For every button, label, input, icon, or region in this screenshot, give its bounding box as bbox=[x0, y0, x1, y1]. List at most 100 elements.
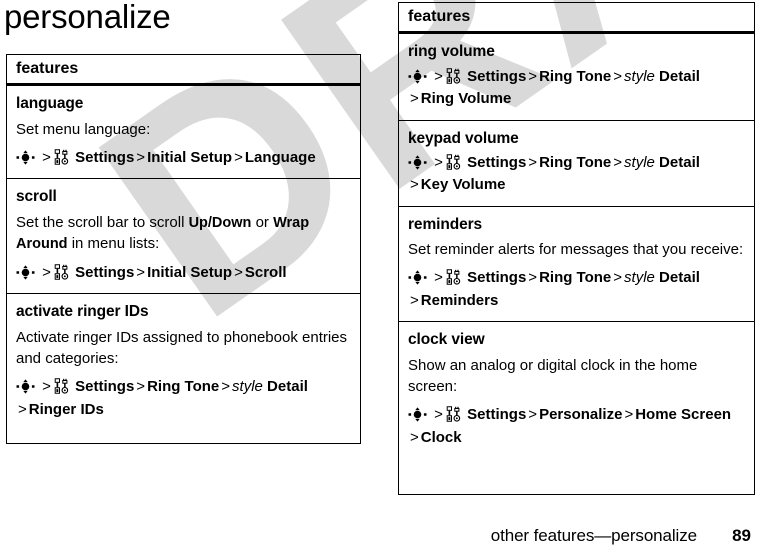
joystick-nav-key-icon bbox=[408, 155, 427, 170]
path-separator: > bbox=[434, 67, 443, 85]
path-menu-item: Settings bbox=[467, 406, 527, 424]
feature-name: ring volume bbox=[408, 43, 495, 61]
path-menu-item: Ring Volume bbox=[420, 90, 512, 108]
feature-rows-left: language Set menu language: > Settings > In… bbox=[7, 86, 360, 430]
page-title: personalize bbox=[4, 0, 171, 35]
path-menu-item: Settings bbox=[467, 67, 527, 85]
path-menu-item: Ring Tone bbox=[539, 67, 612, 85]
path-menu-item: Settings bbox=[75, 378, 135, 396]
feature-row: scroll Set the scroll bar to scroll Up/Do… bbox=[7, 179, 360, 295]
path-separator: > bbox=[42, 378, 51, 396]
path-variable: style bbox=[624, 153, 655, 171]
feature-rows-right: ring volume > Settings > Ring Tone > style D… bbox=[399, 34, 754, 458]
path-separator: > bbox=[234, 148, 243, 166]
feature-description: Set reminder alerts for messages that yo… bbox=[408, 241, 744, 259]
path-menu-item: Language bbox=[244, 148, 316, 166]
path-menu-item: Initial Setup bbox=[147, 148, 233, 166]
settings-tools-icon bbox=[446, 154, 461, 170]
path-separator: > bbox=[528, 406, 538, 424]
navigation-path: > Settings > Ring Tone > style Detail > Remind… bbox=[408, 267, 745, 312]
path-menu-item: Ringer IDs bbox=[28, 400, 104, 418]
feature-name: reminders bbox=[408, 215, 483, 233]
path-variable: style bbox=[624, 269, 655, 287]
path-separator: > bbox=[410, 291, 419, 309]
navigation-path: > Settings > Initial Setup > Scroll bbox=[16, 262, 351, 285]
path-separator: > bbox=[136, 263, 146, 281]
path-separator: > bbox=[136, 378, 146, 396]
path-separator: > bbox=[42, 148, 51, 166]
joystick-nav-key-icon bbox=[408, 270, 427, 286]
path-separator: > bbox=[434, 269, 443, 287]
navigation-path: > Settings > Ring Tone > style Detail > Ring V… bbox=[408, 66, 745, 111]
feature-row: language Set menu language: > Settings > In… bbox=[7, 86, 360, 180]
path-menu-item: Home Screen bbox=[635, 406, 732, 424]
path-variable: style bbox=[232, 378, 263, 396]
path-menu-item: Detail bbox=[654, 67, 700, 85]
path-separator: > bbox=[42, 263, 51, 281]
path-menu-item: Settings bbox=[467, 153, 527, 171]
path-menu-item: Settings bbox=[467, 269, 527, 287]
navigation-path: > Settings > Personalize > Home Screen > Clock bbox=[408, 404, 745, 449]
feature-row: ring volume > Settings > Ring Tone > style D… bbox=[399, 34, 754, 121]
feature-name: clock view bbox=[408, 331, 485, 349]
path-separator: > bbox=[528, 67, 538, 85]
settings-tools-icon bbox=[446, 269, 461, 286]
path-menu-item: Personalize bbox=[539, 406, 623, 424]
table-header-right: features bbox=[399, 3, 754, 35]
path-separator: > bbox=[528, 153, 538, 171]
feature-description: Show an analog or digital clock in the h… bbox=[408, 356, 698, 395]
path-separator: > bbox=[234, 263, 243, 281]
feature-row: reminders Set reminder alerts for message… bbox=[399, 207, 754, 323]
path-menu-item: Settings bbox=[75, 263, 135, 281]
feature-name: activate ringer IDs bbox=[16, 303, 149, 321]
settings-tools-icon bbox=[446, 67, 461, 84]
features-table-right: features ring volume > Settings > Ring Ton… bbox=[398, 2, 755, 495]
features-table-left: features language Set menu language: > Se… bbox=[6, 54, 361, 444]
footer-page-number: 89 bbox=[732, 526, 751, 545]
table-header-left: features bbox=[7, 55, 360, 87]
navigation-path: > Settings > Initial Setup > Language bbox=[16, 147, 351, 170]
path-menu-item: Key Volume bbox=[420, 176, 506, 194]
path-menu-item: Detail bbox=[654, 269, 700, 287]
footer-section-label: other features—personalize bbox=[490, 526, 697, 545]
settings-tools-icon bbox=[54, 378, 69, 394]
page-footer: other features—personalize 89 bbox=[0, 526, 759, 550]
settings-tools-icon bbox=[54, 149, 69, 165]
path-menu-item: Detail bbox=[654, 153, 700, 171]
path-menu-item: Initial Setup bbox=[147, 263, 233, 281]
path-separator: > bbox=[410, 428, 419, 446]
feature-row: keypad volume > Settings > Ring Tone > style… bbox=[399, 121, 754, 207]
feature-description: Activate ringer IDs assigned to phoneboo… bbox=[16, 328, 348, 367]
feature-name: keypad volume bbox=[408, 129, 519, 147]
feature-row: clock view Show an analog or digital cloc… bbox=[399, 322, 754, 458]
path-menu-item: Detail bbox=[262, 378, 308, 396]
path-menu-item: Ring Tone bbox=[539, 269, 612, 287]
joystick-nav-key-icon bbox=[16, 150, 35, 165]
path-separator: > bbox=[136, 148, 146, 166]
path-menu-item: Scroll bbox=[244, 263, 287, 281]
settings-tools-icon bbox=[446, 406, 461, 423]
path-separator: > bbox=[613, 153, 623, 171]
feature-name: scroll bbox=[16, 188, 57, 206]
path-menu-item: Settings bbox=[75, 148, 135, 166]
description-emphasis: Wrap Around bbox=[16, 214, 310, 253]
joystick-nav-key-icon bbox=[408, 407, 427, 422]
path-menu-item: Clock bbox=[420, 428, 462, 446]
path-separator: > bbox=[410, 176, 419, 194]
feature-description: Set the scroll bar to scroll Up/Down or … bbox=[16, 213, 310, 253]
joystick-nav-key-icon bbox=[16, 265, 35, 280]
path-menu-item: Ring Tone bbox=[539, 153, 612, 171]
joystick-nav-key-icon bbox=[408, 69, 427, 84]
path-separator: > bbox=[624, 406, 634, 424]
path-separator: > bbox=[410, 90, 419, 108]
settings-tools-icon bbox=[54, 264, 69, 280]
navigation-path: > Settings > Ring Tone > style Detail > Key Vo… bbox=[408, 152, 745, 197]
path-separator: > bbox=[613, 67, 623, 85]
description-emphasis: Up/Down bbox=[188, 214, 252, 231]
joystick-nav-key-icon bbox=[16, 379, 35, 394]
feature-description: Set menu language: bbox=[16, 120, 151, 138]
path-menu-item: Reminders bbox=[420, 291, 499, 309]
navigation-path: > Settings > Ring Tone > style Detail > Ringer… bbox=[16, 376, 351, 421]
feature-name: language bbox=[16, 95, 84, 113]
path-menu-item: Ring Tone bbox=[147, 378, 220, 396]
